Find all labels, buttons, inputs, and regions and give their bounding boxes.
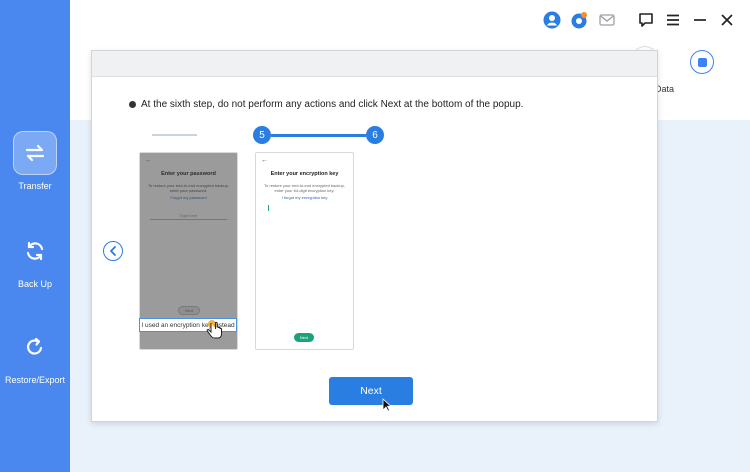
hand-pointer-icon (206, 320, 222, 339)
back-arrow-icon: ← (261, 157, 268, 164)
phone-password-field: Type here (150, 213, 227, 220)
stop-icon[interactable] (690, 50, 714, 74)
instruction-text: At the sixth step, do not perform any ac… (129, 99, 523, 110)
phone-title: Enter your password (161, 171, 216, 177)
phone-description: To restore your end-to-end encrypted bac… (148, 183, 229, 193)
dialog-header (92, 51, 657, 77)
sidebar-item-label: Back Up (17, 279, 52, 289)
step-5: 5 (253, 126, 271, 144)
sidebar-item-backup[interactable]: Back Up (0, 229, 70, 289)
transfer-icon (13, 131, 57, 175)
restore-icon (13, 325, 57, 369)
text-cursor (268, 205, 269, 211)
phone-link: I forgot my encryption key (281, 195, 328, 200)
step-6: 6 (366, 126, 384, 144)
sidebar-item-transfer[interactable]: Transfer (0, 131, 70, 191)
sidebar-item-label: Restore/Export (4, 375, 66, 385)
back-arrow-icon: ← (145, 157, 152, 164)
backup-icon (13, 229, 57, 273)
previous-button[interactable] (103, 241, 123, 261)
phone-description: To restore your end-to-end encrypted bac… (264, 183, 345, 193)
close-icon[interactable] (717, 10, 737, 30)
menu-icon[interactable] (663, 10, 683, 30)
step-line (152, 134, 197, 136)
title-bar (70, 0, 750, 44)
step-indicator: 5 6 (152, 125, 384, 147)
minimize-icon[interactable] (690, 10, 710, 30)
step-line-active (271, 134, 366, 137)
instruction-label: At the sixth step, do not perform any ac… (141, 99, 524, 110)
mail-icon[interactable] (597, 10, 617, 30)
phone-next-button: Next (178, 306, 200, 315)
phone-screenshot-encryption-key: ← Enter your encryption key To restore y… (255, 152, 354, 350)
mouse-cursor-icon (382, 398, 392, 412)
sidebar-item-restore-export[interactable]: Restore/Export (0, 325, 70, 385)
next-button[interactable]: Next (329, 377, 413, 405)
phone-next-button: Next (294, 333, 314, 342)
phone-title: Enter your encryption key (270, 171, 339, 177)
bullet-icon (129, 101, 136, 108)
chevron-left-icon (110, 246, 116, 256)
feedback-icon[interactable] (636, 10, 656, 30)
phone-link: Forgot my password (170, 195, 207, 200)
sidebar-item-label: Transfer (18, 181, 52, 191)
sidebar: Transfer Back Up Restore/Export (0, 0, 70, 472)
account-icon[interactable] (542, 10, 562, 30)
update-icon[interactable] (569, 10, 589, 30)
instruction-dialog: At the sixth step, do not perform any ac… (91, 50, 658, 422)
